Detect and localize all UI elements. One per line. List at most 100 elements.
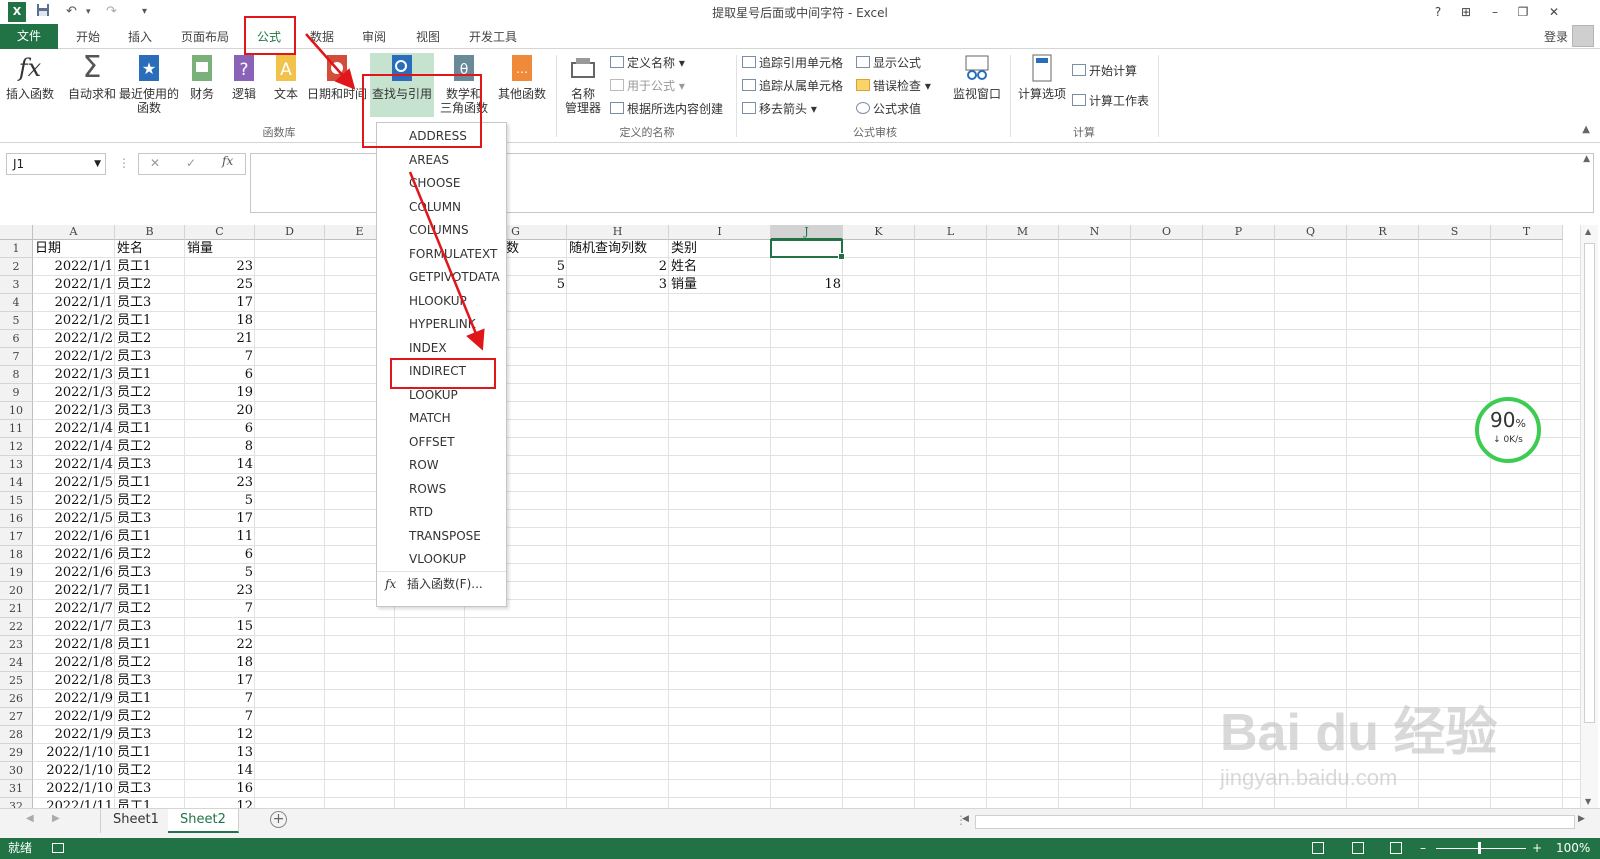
row-header[interactable]: 5 xyxy=(0,312,33,330)
cell-c22[interactable]: 15 xyxy=(185,618,255,636)
cell-b22[interactable]: 员工3 xyxy=(115,618,185,636)
normal-view-icon[interactable] xyxy=(1312,842,1324,854)
cell-a26[interactable]: 2022/1/9 xyxy=(33,690,115,708)
cell-a31[interactable]: 2022/1/10 xyxy=(33,780,115,798)
row-header[interactable]: 27 xyxy=(0,708,33,726)
cell-a18[interactable]: 2022/1/6 xyxy=(33,546,115,564)
cell-b20[interactable]: 员工1 xyxy=(115,582,185,600)
cell-c7[interactable]: 7 xyxy=(185,348,255,366)
menu-item-columns[interactable]: COLUMNS xyxy=(377,219,506,242)
column-header-b[interactable]: B xyxy=(115,225,185,240)
column-header-r[interactable]: R xyxy=(1347,225,1419,240)
cell-b29[interactable]: 员工1 xyxy=(115,744,185,762)
cell-c20[interactable]: 23 xyxy=(185,582,255,600)
cell-b17[interactable]: 员工1 xyxy=(115,528,185,546)
zoom-level[interactable]: 100% xyxy=(1556,838,1590,859)
tab-page-layout[interactable]: 页面布局 xyxy=(178,27,232,47)
watch-window-button[interactable]: 监视窗口 xyxy=(950,53,1004,101)
cell-b14[interactable]: 员工1 xyxy=(115,474,185,492)
cell-a10[interactable]: 2022/1/3 xyxy=(33,402,115,420)
trace-dependents-button[interactable]: 追踪从属单元格 xyxy=(742,76,843,96)
next-sheet-icon[interactable]: ▶ xyxy=(52,813,60,824)
row-header[interactable]: 8 xyxy=(0,366,33,384)
column-header-k[interactable]: K xyxy=(843,225,915,240)
autosum-button[interactable]: Σ 自动求和 xyxy=(66,53,118,102)
cell-a5[interactable]: 2022/1/2 xyxy=(33,312,115,330)
calculate-now-button[interactable]: 开始计算 xyxy=(1072,61,1137,81)
cell-b24[interactable]: 员工2 xyxy=(115,654,185,672)
row-header[interactable]: 17 xyxy=(0,528,33,546)
cell-b4[interactable]: 员工3 xyxy=(115,294,185,312)
prev-sheet-icon[interactable]: ◀ xyxy=(26,813,34,824)
cell-b30[interactable]: 员工2 xyxy=(115,762,185,780)
cell-b18[interactable]: 员工2 xyxy=(115,546,185,564)
menu-item-column[interactable]: COLUMN xyxy=(377,196,506,219)
cell-b3[interactable]: 员工2 xyxy=(115,276,185,294)
row-header[interactable]: 20 xyxy=(0,582,33,600)
cell-a9[interactable]: 2022/1/3 xyxy=(33,384,115,402)
column-header-o[interactable]: O xyxy=(1131,225,1203,240)
row-header[interactable]: 6 xyxy=(0,330,33,348)
cell-a2[interactable]: 2022/1/1 xyxy=(33,258,115,276)
cell-c23[interactable]: 22 xyxy=(185,636,255,654)
cell-b19[interactable]: 员工3 xyxy=(115,564,185,582)
cell-a32[interactable]: 2022/1/11 xyxy=(33,798,115,808)
cell-c5[interactable]: 18 xyxy=(185,312,255,330)
cell-b28[interactable]: 员工3 xyxy=(115,726,185,744)
row-header[interactable]: 21 xyxy=(0,600,33,618)
column-header-t[interactable]: T xyxy=(1491,225,1563,240)
insert-function-button[interactable]: fx 插入函数 xyxy=(4,53,56,101)
help-button[interactable]: ? xyxy=(1424,0,1452,24)
name-box[interactable]: J1 ▼ xyxy=(6,153,106,175)
row-header[interactable]: 1 xyxy=(0,240,33,258)
menu-item-areas[interactable]: AREAS xyxy=(377,149,506,172)
user-avatar-icon[interactable] xyxy=(1572,25,1594,47)
menu-item-match[interactable]: MATCH xyxy=(377,407,506,430)
cell-a29[interactable]: 2022/1/10 xyxy=(33,744,115,762)
macro-record-icon[interactable] xyxy=(52,843,64,853)
cell-a22[interactable]: 2022/1/7 xyxy=(33,618,115,636)
cell-i1[interactable]: 类别 xyxy=(669,240,771,258)
cell-c27[interactable]: 7 xyxy=(185,708,255,726)
column-header-p[interactable]: P xyxy=(1203,225,1275,240)
logical-button[interactable]: ? 逻辑 xyxy=(226,53,262,101)
cell-c29[interactable]: 13 xyxy=(185,744,255,762)
row-header[interactable]: 3 xyxy=(0,276,33,294)
cell-b26[interactable]: 员工1 xyxy=(115,690,185,708)
tab-developer[interactable]: 开发工具 xyxy=(466,27,520,47)
cell-b9[interactable]: 员工2 xyxy=(115,384,185,402)
menu-item-transpose[interactable]: TRANSPOSE xyxy=(377,525,506,548)
cell-a13[interactable]: 2022/1/4 xyxy=(33,456,115,474)
cell-h2[interactable]: 2 xyxy=(567,258,669,276)
row-header[interactable]: 16 xyxy=(0,510,33,528)
column-header-j[interactable]: J xyxy=(771,225,843,240)
cell-c21[interactable]: 7 xyxy=(185,600,255,618)
show-formulas-button[interactable]: 显示公式 xyxy=(856,53,921,73)
cell-a30[interactable]: 2022/1/10 xyxy=(33,762,115,780)
define-name-button[interactable]: 定义名称 ▾ xyxy=(610,53,685,73)
cell-c28[interactable]: 12 xyxy=(185,726,255,744)
cell-a14[interactable]: 2022/1/5 xyxy=(33,474,115,492)
add-sheet-icon[interactable]: + xyxy=(270,811,287,828)
cell-a11[interactable]: 2022/1/4 xyxy=(33,420,115,438)
cell-b16[interactable]: 员工3 xyxy=(115,510,185,528)
row-header[interactable]: 19 xyxy=(0,564,33,582)
menu-item-vlookup[interactable]: VLOOKUP xyxy=(377,548,506,571)
cell-b8[interactable]: 员工1 xyxy=(115,366,185,384)
cell-c18[interactable]: 6 xyxy=(185,546,255,564)
cell-a21[interactable]: 2022/1/7 xyxy=(33,600,115,618)
vertical-scrollbar[interactable]: ▲ ▼ xyxy=(1580,225,1598,808)
cell-a28[interactable]: 2022/1/9 xyxy=(33,726,115,744)
row-header[interactable]: 15 xyxy=(0,492,33,510)
error-checking-button[interactable]: 错误检查 ▾ xyxy=(856,76,931,96)
create-from-selection-button[interactable]: 根据所选内容创建 xyxy=(610,99,723,119)
menu-item-rtd[interactable]: RTD xyxy=(377,501,506,524)
cell-b31[interactable]: 员工3 xyxy=(115,780,185,798)
cell-a24[interactable]: 2022/1/8 xyxy=(33,654,115,672)
cell-a20[interactable]: 2022/1/7 xyxy=(33,582,115,600)
more-functions-button[interactable]: … 其他函数 xyxy=(494,53,550,101)
column-header-d[interactable]: D xyxy=(255,225,325,240)
row-header[interactable]: 4 xyxy=(0,294,33,312)
collapse-formula-bar-icon[interactable]: ▲ xyxy=(1583,154,1590,164)
row-header[interactable]: 7 xyxy=(0,348,33,366)
